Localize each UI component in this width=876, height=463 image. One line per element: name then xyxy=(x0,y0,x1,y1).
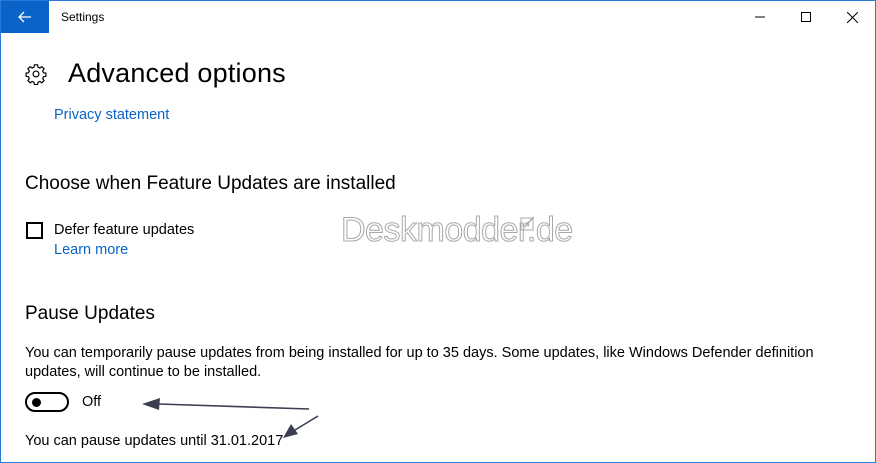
defer-feature-updates-checkbox[interactable] xyxy=(26,222,43,239)
minimize-button[interactable] xyxy=(737,1,783,33)
toggle-state-label: Off xyxy=(82,394,102,410)
pause-until-text: You can pause updates until 31.01.2017 xyxy=(25,433,284,449)
pause-updates-toggle[interactable] xyxy=(25,392,69,412)
gear-icon xyxy=(25,64,47,85)
privacy-statement-link[interactable]: Privacy statement xyxy=(54,107,169,123)
pause-updates-heading: Pause Updates xyxy=(25,303,155,324)
pencil-icon xyxy=(520,216,535,231)
toggle-knob xyxy=(32,398,41,407)
learn-more-link[interactable]: Learn more xyxy=(54,242,128,258)
annotation-arrow-date xyxy=(294,415,319,431)
settings-window: Settings Advanced options Privacy statem… xyxy=(0,0,876,463)
minimize-icon xyxy=(755,16,765,18)
pause-updates-description: You can temporarily pause updates from b… xyxy=(25,345,814,380)
window-title: Settings xyxy=(61,10,105,24)
annotation-arrowhead-toggle xyxy=(142,398,160,410)
title-bar: Settings xyxy=(1,1,875,33)
watermark-text: Deskmodder.de xyxy=(341,211,574,250)
page-title: Advanced options xyxy=(68,58,286,88)
maximize-icon xyxy=(801,12,811,22)
annotation-arrow-toggle xyxy=(158,403,310,410)
annotation-arrowhead-date xyxy=(283,424,298,438)
close-icon xyxy=(846,11,858,23)
back-button[interactable] xyxy=(1,1,49,33)
defer-feature-updates-label[interactable]: Defer feature updates xyxy=(54,222,194,238)
feature-updates-heading: Choose when Feature Updates are installe… xyxy=(25,173,396,194)
maximize-button[interactable] xyxy=(783,1,829,33)
back-arrow-icon xyxy=(18,11,31,23)
close-button[interactable] xyxy=(829,1,875,33)
